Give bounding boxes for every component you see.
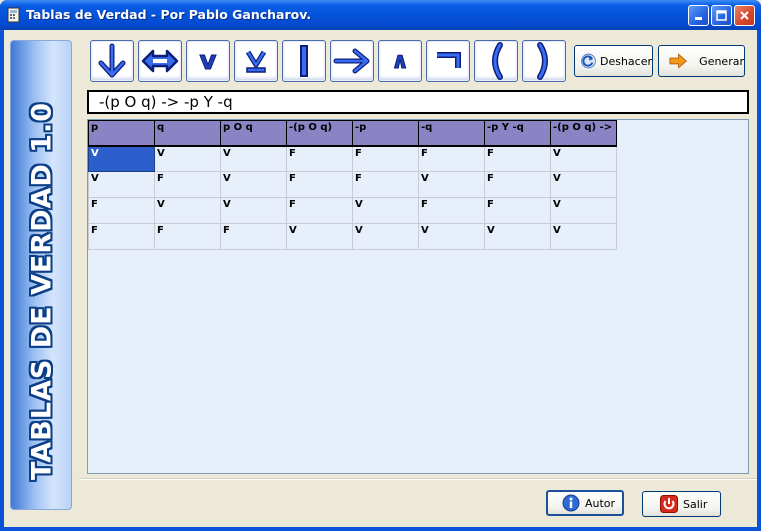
column-header[interactable]: -(p O q) — [286, 120, 353, 147]
table-cell[interactable]: F — [88, 223, 155, 250]
down-arrow-icon — [98, 43, 126, 78]
undo-label: Deshacer — [599, 54, 652, 68]
undo-icon — [581, 53, 596, 69]
exit-label: Salir — [683, 497, 708, 511]
table-cell[interactable]: F — [418, 197, 485, 224]
truth-table: p q p O q -(p O q) -p -q -p Y -q -(p O q… — [88, 120, 617, 250]
right-arrow-icon — [669, 53, 688, 69]
bar-icon — [300, 45, 308, 77]
maximize-button[interactable] — [711, 5, 732, 26]
table-cell[interactable]: V — [220, 171, 287, 198]
table-cell[interactable]: V — [550, 145, 617, 172]
open-paren-icon — [492, 42, 503, 80]
table-cell[interactable]: F — [352, 145, 419, 172]
table-row: V F V F F V F V — [88, 171, 617, 198]
table-cell[interactable]: V — [220, 145, 287, 172]
or-glyph: v — [199, 46, 217, 77]
about-label: Autor — [585, 496, 616, 510]
truth-table-grid[interactable]: p q p O q -(p O q) -p -q -p Y -q -(p O q… — [87, 119, 749, 474]
column-header[interactable]: q — [154, 120, 221, 147]
sidebar-text-wrap: TABLAS DE VERDAD 1.0 — [11, 41, 73, 511]
generate-label: Generar — [699, 54, 744, 68]
xor-icon — [245, 50, 267, 73]
operator-not-button[interactable] — [426, 40, 470, 82]
table-cell[interactable]: F — [220, 223, 287, 250]
minimize-button[interactable] — [688, 5, 709, 26]
table-cell[interactable]: F — [484, 145, 551, 172]
table-cell[interactable]: V — [550, 197, 617, 224]
table-cell[interactable]: F — [286, 197, 353, 224]
operator-implies-button[interactable] — [330, 40, 374, 82]
table-cell[interactable]: V — [154, 197, 221, 224]
table-cell[interactable]: V — [220, 197, 287, 224]
app-window: Tablas de Verdad - Por Pablo Gancharov. … — [0, 0, 761, 531]
table-cell[interactable]: V — [484, 223, 551, 250]
sidebar-banner: TABLAS DE VERDAD 1.0 — [10, 40, 72, 510]
table-cell[interactable]: V — [88, 145, 155, 172]
table-header-row: p q p O q -(p O q) -p -q -p Y -q -(p O q… — [88, 120, 617, 147]
table-cell[interactable]: F — [484, 171, 551, 198]
table-cell[interactable]: F — [154, 223, 221, 250]
close-button[interactable] — [734, 5, 755, 26]
operator-xor-button[interactable] — [234, 40, 278, 82]
table-row: F F F V V V V V — [88, 223, 617, 250]
table-cell[interactable]: F — [484, 197, 551, 224]
table-cell[interactable]: F — [88, 197, 155, 224]
app-icon — [7, 7, 20, 23]
column-header[interactable]: -p Y -q — [484, 120, 551, 147]
table-cell[interactable]: V — [352, 197, 419, 224]
info-icon — [562, 494, 580, 512]
close-paren-icon — [537, 42, 548, 80]
column-header[interactable]: -(p O q) -> — [550, 120, 617, 147]
operator-open-paren-button[interactable] — [474, 40, 518, 82]
operator-and-button[interactable]: ∧ — [378, 40, 422, 82]
minimize-icon — [695, 17, 702, 20]
table-cell[interactable]: F — [286, 145, 353, 172]
table-cell[interactable]: F — [154, 171, 221, 198]
table-cell[interactable]: V — [418, 223, 485, 250]
operator-nand-button[interactable] — [282, 40, 326, 82]
double-arrow-icon — [141, 49, 179, 73]
operator-or-button[interactable]: v — [186, 40, 230, 82]
column-header[interactable]: -p — [352, 120, 419, 147]
table-cell[interactable]: V — [550, 223, 617, 250]
generate-button[interactable]: Generar — [658, 45, 745, 77]
formula-input[interactable]: -(p O q) -> -p Y -q — [87, 90, 749, 114]
exit-button[interactable]: Salir — [642, 491, 721, 517]
window-title: Tablas de Verdad - Por Pablo Gancharov. — [26, 7, 312, 22]
not-icon — [437, 52, 461, 68]
column-header[interactable]: -q — [418, 120, 485, 147]
and-glyph: ∧ — [391, 48, 410, 74]
power-icon — [660, 495, 678, 513]
table-cell[interactable]: V — [418, 171, 485, 198]
table-cell[interactable]: V — [88, 171, 155, 198]
client-area: TABLAS DE VERDAD 1.0 v ∧ Deshacer Genera… — [4, 30, 757, 527]
title-bar[interactable]: Tablas de Verdad - Por Pablo Gancharov. — [0, 0, 761, 30]
operator-close-paren-button[interactable] — [522, 40, 566, 82]
undo-button[interactable]: Deshacer — [574, 45, 653, 77]
table-row: V V V F F F F V — [88, 145, 617, 172]
table-cell[interactable]: F — [352, 171, 419, 198]
table-cell[interactable]: V — [154, 145, 221, 172]
maximize-icon — [716, 10, 727, 21]
close-icon — [740, 11, 749, 20]
table-cell[interactable]: F — [286, 171, 353, 198]
table-cell[interactable]: V — [286, 223, 353, 250]
table-cell[interactable]: F — [418, 145, 485, 172]
table-cell[interactable]: V — [550, 171, 617, 198]
divider-highlight — [79, 479, 757, 480]
column-header[interactable]: p O q — [220, 120, 287, 147]
operator-biconditional-button[interactable] — [138, 40, 182, 82]
operator-down-arrow-button[interactable] — [90, 40, 134, 82]
right-arrow-icon — [333, 48, 370, 74]
table-row: F V V F V F F V — [88, 197, 617, 224]
table-cell[interactable]: V — [352, 223, 419, 250]
column-header[interactable]: p — [88, 120, 155, 147]
about-button[interactable]: Autor — [546, 490, 624, 516]
banner-title: TABLAS DE VERDAD 1.0 — [26, 101, 58, 481]
